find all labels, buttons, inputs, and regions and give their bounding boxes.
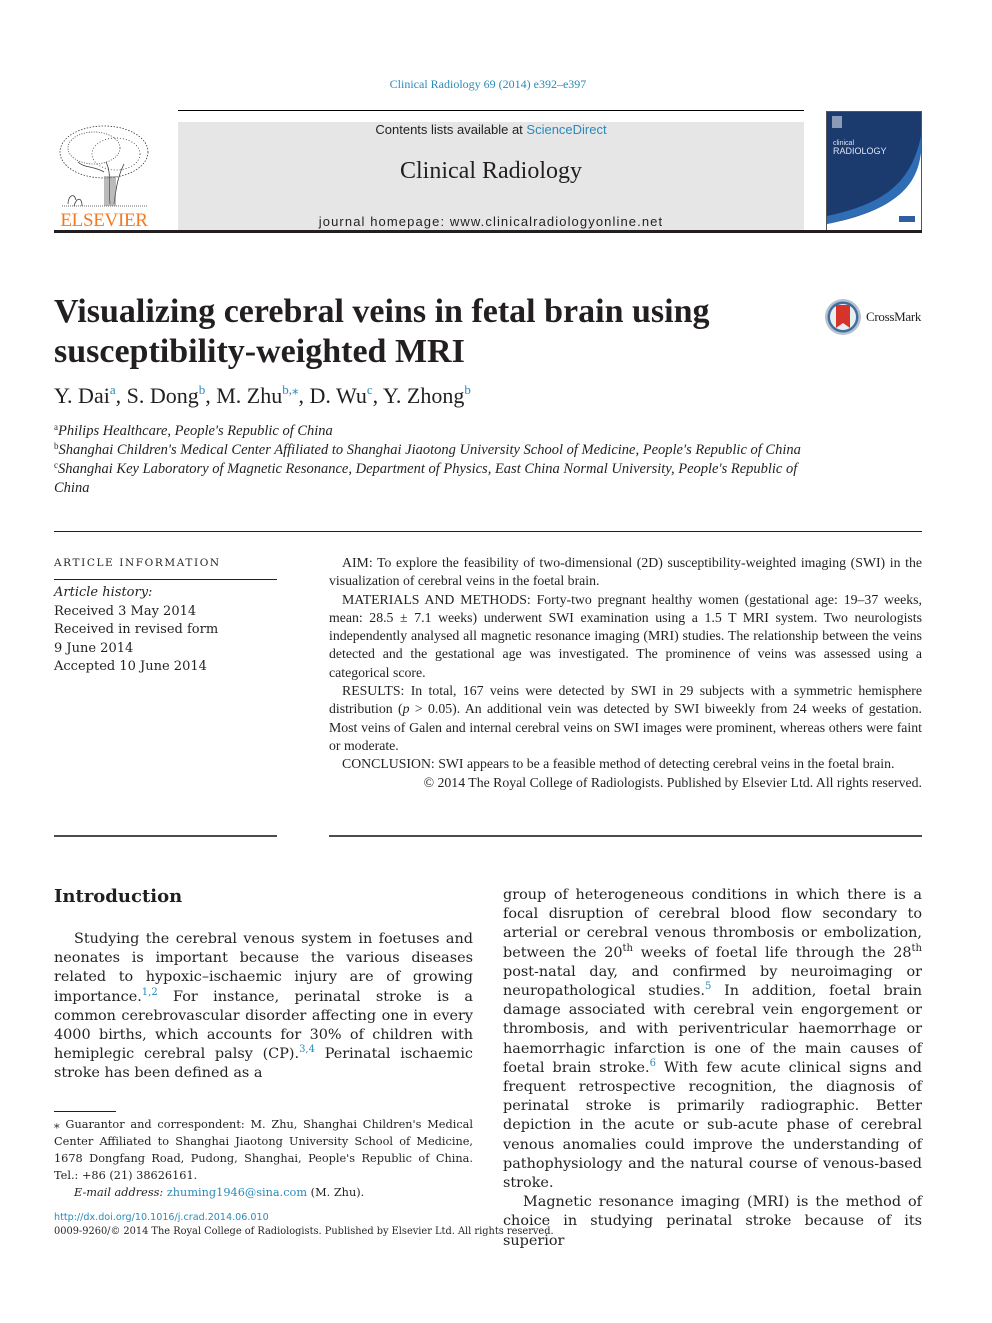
journal-cover-graphic: clinical RADIOLOGY — [827, 112, 921, 224]
email-label: E-mail address: — [74, 1186, 167, 1199]
body-paragraph: group of heterogeneous conditions in whi… — [503, 886, 922, 1193]
history-line: 9 June 2014 — [54, 640, 134, 656]
author-name[interactable]: S. Dong — [127, 383, 199, 408]
article-history: Article history: Received 3 May 2014 Rec… — [54, 584, 277, 677]
results-text: > 0.05). An additional vein was detected… — [329, 701, 922, 753]
abstract-bottom-rule — [329, 835, 922, 837]
doi-link[interactable]: http://dx.doi.org/10.1016/j.crad.2014.06… — [54, 1212, 269, 1223]
header-top-rule — [178, 110, 804, 111]
journal-name: Clinical Radiology — [400, 158, 582, 184]
reference-link[interactable]: 3,4 — [299, 1044, 315, 1055]
journal-homepage: journal homepage: www.clinicalradiologyo… — [178, 214, 804, 229]
author-affiliation-marker[interactable]: a — [110, 382, 116, 397]
elsevier-wordmark: ELSEVIER — [60, 210, 148, 231]
reference-link[interactable]: 1,2 — [142, 987, 158, 998]
history-line: Accepted 10 June 2014 — [54, 659, 207, 674]
author-name[interactable]: M. Zhu — [216, 383, 282, 408]
body-column-left: Studying the cerebral venous system in f… — [54, 930, 473, 1084]
ordinal-suffix: th — [622, 942, 633, 954]
homepage-prefix: journal homepage: — [318, 214, 450, 229]
issn-copyright: 0009-9260/© 2014 The Royal College of Ra… — [54, 1226, 554, 1237]
body-paragraph: Magnetic resonance imaging (MRI) is the … — [503, 1194, 922, 1249]
body-paragraph: Studying the cerebral venous system in f… — [54, 930, 473, 1084]
affiliation-text: Shanghai Children's Medical Center Affil… — [58, 442, 801, 458]
crossmark-label: CrossMark — [866, 309, 922, 324]
body-text: With few acute clinical signs and freque… — [503, 1059, 922, 1192]
elsevier-tree-icon — [59, 125, 149, 207]
abstract-copyright: © 2014 The Royal College of Radiologists… — [423, 774, 922, 790]
citation-link[interactable]: Clinical Radiology 69 (2014) e392–e397 — [390, 77, 587, 91]
email-link[interactable]: zhuming1946@sina.com — [167, 1186, 307, 1199]
author-name[interactable]: D. Wu — [309, 383, 366, 408]
author-affiliation-marker[interactable]: b,⁎ — [282, 382, 298, 397]
abstract-aim: AIM: To explore the feasibility of two-d… — [329, 555, 922, 589]
author[interactable]: S. Dongb — [127, 383, 206, 408]
history-line: Received 3 May 2014 — [54, 603, 197, 619]
footnote-text: ⁎ Guarantor and correspondent: M. Zhu, S… — [54, 1118, 473, 1182]
author-name[interactable]: Y. Dai — [54, 383, 110, 408]
author[interactable]: M. Zhub,⁎ — [216, 383, 298, 408]
contents-available-line: Contents lists available at ScienceDirec… — [178, 122, 804, 137]
author-name[interactable]: Y. Zhong — [383, 383, 465, 408]
abstract-conclusion: CONCLUSION: SWI appears to be a feasible… — [342, 756, 895, 772]
abstract-methods: MATERIALS AND METHODS: Forty-two pregnan… — [329, 591, 922, 680]
header-rule — [54, 230, 922, 233]
article-information: ARTICLE INFORMATION Article history: Rec… — [54, 557, 277, 677]
correspondence-footnote: ⁎ Guarantor and correspondent: M. Zhu, S… — [54, 1116, 473, 1201]
crossmark-icon — [825, 299, 861, 335]
author[interactable]: Y. Zhongb — [383, 383, 471, 408]
homepage-url[interactable]: www.clinicalradiologyonline.net — [450, 214, 663, 229]
author-affiliation-marker[interactable]: b — [199, 382, 206, 397]
author[interactable]: D. Wuc — [309, 383, 372, 408]
history-line: Received in revised form — [54, 622, 219, 637]
abstract-results: RESULTS: In total, 167 veins were detect… — [329, 682, 922, 755]
sciencedirect-link[interactable]: ScienceDirect — [526, 122, 606, 137]
p-value-symbol: p — [402, 701, 410, 717]
affiliation-list: aPhilips Healthcare, People's Republic o… — [54, 422, 814, 498]
abstract: AIM: To explore the feasibility of two-d… — [329, 554, 922, 792]
affiliation-text: Philips Healthcare, People's Republic of… — [58, 423, 333, 439]
email-suffix: (M. Zhu). — [307, 1186, 365, 1199]
author-list: Y. Daia, S. Dongb, M. Zhub,⁎, D. Wuc, Y.… — [54, 382, 471, 408]
article-info-bottom-rule — [54, 835, 277, 837]
footnote-rule — [54, 1111, 116, 1112]
affiliation-item: cShanghai Key Laboratory of Magnetic Res… — [54, 460, 814, 498]
journal-citation[interactable]: Clinical Radiology 69 (2014) e392–e397 — [0, 77, 976, 92]
body-text: weeks of foetal life through the 28 — [633, 944, 912, 961]
author-affiliation-marker[interactable]: b — [464, 382, 471, 397]
article-info-heading: ARTICLE INFORMATION — [54, 557, 277, 580]
crossmark-button[interactable]: CrossMark — [824, 298, 924, 336]
author[interactable]: Y. Daia — [54, 383, 116, 408]
cover-title-large: RADIOLOGY — [833, 146, 887, 156]
ordinal-suffix: th — [911, 942, 922, 954]
footnote-email-line: E-mail address: zhuming1946@sina.com (M.… — [54, 1184, 473, 1201]
introduction-heading: Introduction — [54, 886, 183, 907]
author-affiliation-marker[interactable]: c — [367, 382, 373, 397]
section-divider — [54, 531, 922, 532]
affiliation-item: aPhilips Healthcare, People's Republic o… — [54, 422, 814, 441]
elsevier-logo[interactable]: ELSEVIER — [54, 122, 154, 232]
article-title: Visualizing cerebral veins in fetal brai… — [54, 293, 710, 370]
journal-banner: Contents lists available at ScienceDirec… — [178, 122, 804, 230]
journal-cover-image[interactable]: clinical RADIOLOGY — [826, 111, 922, 231]
affiliation-item: bShanghai Children's Medical Center Affi… — [54, 441, 814, 460]
body-column-right: group of heterogeneous conditions in whi… — [503, 886, 922, 1251]
affiliation-text: Shanghai Key Laboratory of Magnetic Reso… — [54, 461, 798, 496]
contents-prefix: Contents lists available at — [375, 122, 527, 137]
history-label: Article history: — [54, 585, 153, 600]
